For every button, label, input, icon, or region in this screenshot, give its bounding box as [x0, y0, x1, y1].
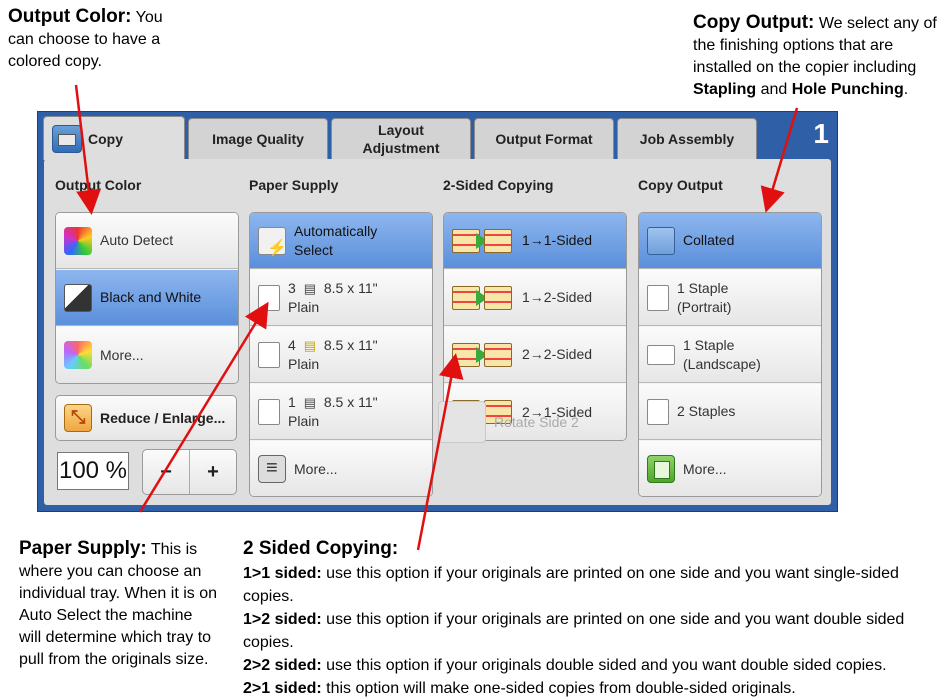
copy-output-more-button[interactable]: More...: [639, 441, 821, 496]
tab-layout-adjustment[interactable]: Layout Adjustment: [331, 118, 471, 159]
paper-supply-annotation: Paper Supply: This is where you can choo…: [19, 538, 218, 668]
color-palette-icon: [64, 226, 92, 255]
paper-icon: [258, 284, 280, 311]
list-icon: [258, 455, 286, 483]
paper-icon: [258, 341, 280, 368]
copy-output-group: Collated 1 Staple (Portrait) 1 Staple (L…: [638, 212, 822, 497]
one-to-two-sided-button[interactable]: 1→2-Sided: [444, 270, 626, 326]
paper-supply-title: Paper Supply: [249, 177, 339, 193]
one-sided-to-one-sided-icon: [452, 227, 514, 255]
output-color-title: Output Color: [55, 177, 142, 193]
zoom-minus-button[interactable]: −: [143, 450, 190, 494]
black-white-icon: [64, 283, 92, 312]
staple-portrait-icon: [647, 284, 669, 311]
two-sided-line: 2>2 sided: use this option if your origi…: [243, 657, 887, 674]
zoom-percent-display: 100 %: [57, 452, 129, 490]
tray-1-button[interactable]: 1 ▤ 8.5 x 11" Plain: [250, 384, 432, 440]
two-sided-annotation: 2 Sided Copying: 1>1 sided: use this opt…: [243, 537, 948, 700]
copy-output-title: Copy Output: [638, 177, 723, 193]
two-sided-line: 1>1 sided: use this option if your origi…: [243, 565, 899, 605]
one-sided-to-two-sided-icon: [452, 284, 514, 312]
tab-image-quality[interactable]: Image Quality: [188, 118, 328, 159]
two-sided-title: 2-Sided Copying: [443, 177, 554, 193]
paper-icon: [258, 398, 280, 425]
finishing-more-icon: [647, 455, 675, 483]
output-color-more-button[interactable]: More...: [56, 327, 238, 383]
tray-icon: ▤: [303, 337, 316, 353]
copy-icon: [52, 124, 82, 153]
copy-screen: Copy Image Quality Layout Adjustment Out…: [37, 111, 838, 512]
paper-supply-more-button[interactable]: More...: [250, 441, 432, 496]
reduce-enlarge-icon: [64, 404, 92, 432]
two-sided-line: 1>2 sided: use this option if your origi…: [243, 611, 905, 651]
two-staples-icon: [647, 398, 669, 425]
tray-icon: ▤: [303, 394, 316, 410]
tab-job-assembly[interactable]: Job Assembly: [617, 118, 757, 159]
auto-detect-button[interactable]: Auto Detect: [56, 213, 238, 269]
staple-landscape-icon: [647, 344, 675, 365]
automatically-select-button[interactable]: Automatically Select: [250, 213, 432, 269]
two-to-two-sided-button[interactable]: 2→2-Sided: [444, 327, 626, 383]
output-color-annotation: Output Color: You can choose to have a c…: [8, 6, 163, 70]
one-to-one-sided-button[interactable]: 1→1-Sided: [444, 213, 626, 269]
rotate-side-2-button[interactable]: Rotate Side 2: [438, 401, 620, 443]
black-and-white-button[interactable]: Black and White: [56, 270, 238, 326]
two-staples-button[interactable]: 2 Staples: [639, 384, 821, 440]
one-staple-portrait-button[interactable]: 1 Staple (Portrait): [639, 270, 821, 326]
page-number: 1: [813, 118, 829, 149]
zoom-stepper: − +: [142, 449, 237, 495]
collated-button[interactable]: Collated: [639, 213, 821, 269]
reduce-enlarge-button[interactable]: Reduce / Enlarge...: [55, 395, 237, 441]
one-staple-landscape-button[interactable]: 1 Staple (Landscape): [639, 327, 821, 383]
zoom-plus-button[interactable]: +: [190, 450, 236, 494]
output-color-group: Auto Detect Black and White More...: [55, 212, 239, 384]
color-more-icon: [64, 341, 92, 369]
rotate-icon: [438, 401, 486, 443]
tab-copy[interactable]: Copy: [43, 116, 185, 160]
collated-icon: [647, 226, 675, 255]
tray-icon: ▤: [303, 280, 316, 296]
tray-4-button[interactable]: 4 ▤ 8.5 x 11" Plain: [250, 327, 432, 383]
tab-output-format[interactable]: Output Format: [474, 118, 614, 159]
auto-select-icon: [258, 226, 287, 258]
copy-output-annotation: Copy Output: We select any of the finish…: [693, 12, 937, 98]
tray-3-button[interactable]: 3 ▤ 8.5 x 11" Plain: [250, 270, 432, 326]
paper-supply-group: Automatically Select 3 ▤ 8.5 x 11" Plain…: [249, 212, 433, 497]
two-sided-to-two-sided-icon: [452, 341, 514, 369]
two-sided-line: 2>1 sided: this option will make one-sid…: [243, 680, 796, 697]
